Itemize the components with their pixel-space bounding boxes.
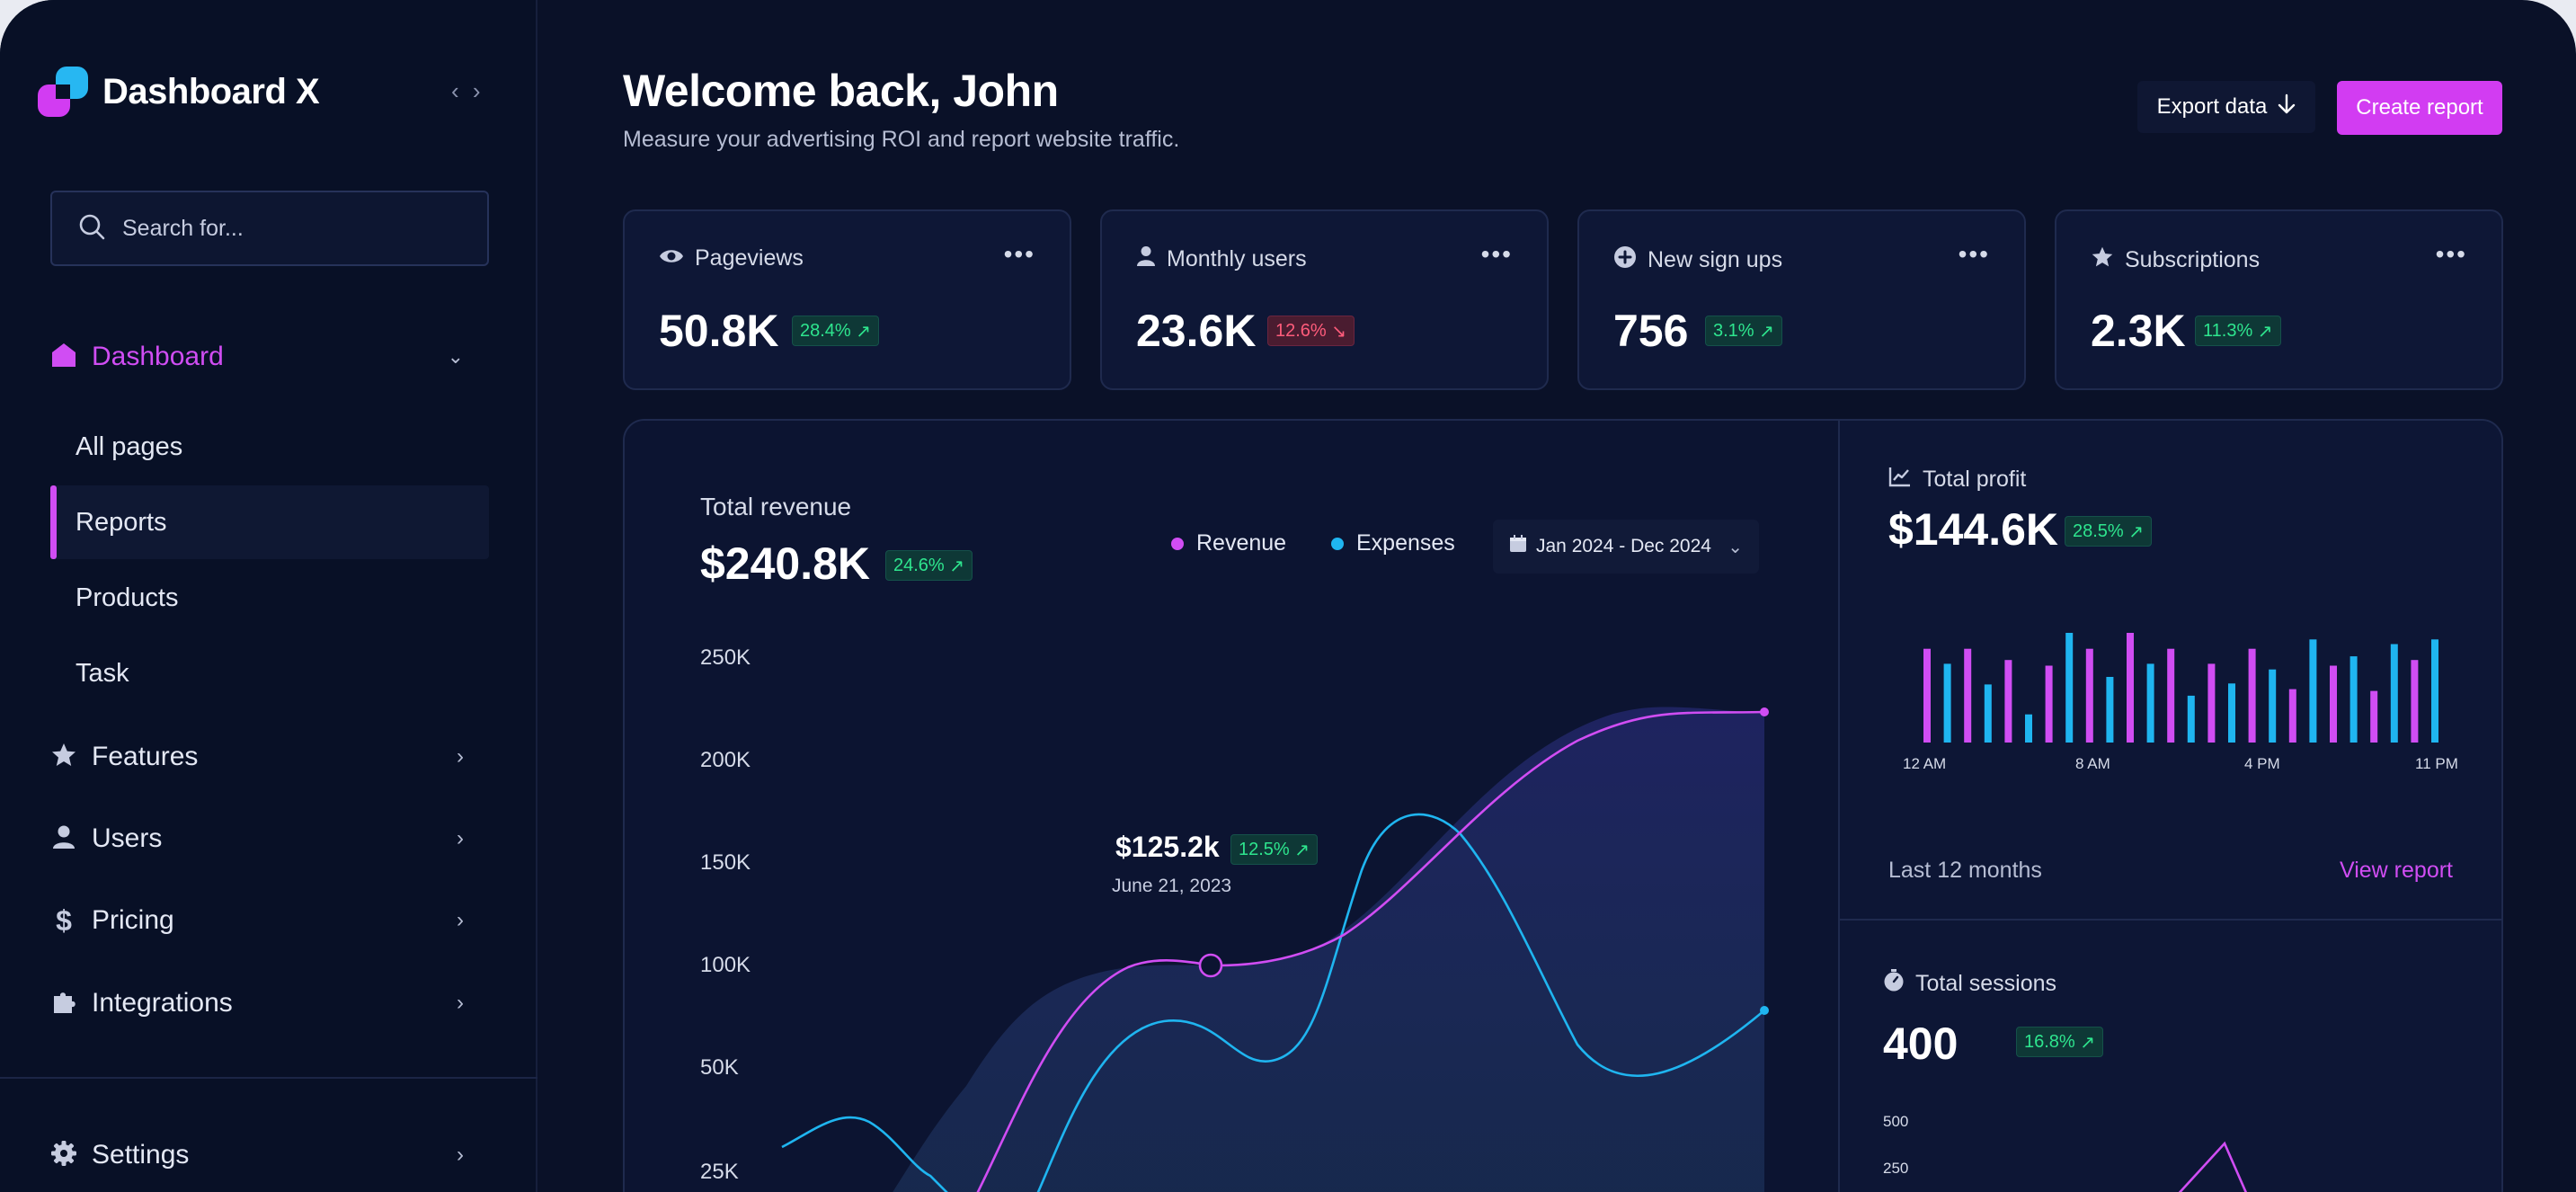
sidebar-item-label: Integrations xyxy=(92,988,233,1018)
eye-icon xyxy=(659,245,684,271)
stat-label: Subscriptions xyxy=(2125,247,2261,272)
sidebar-item-settings[interactable]: Settings › xyxy=(50,1133,489,1178)
brand-name: Dashboard X xyxy=(102,71,320,111)
stat-value: 756 xyxy=(1613,306,1689,356)
stat-label: Monthly users xyxy=(1167,246,1307,271)
search-input[interactable] xyxy=(122,215,464,242)
chevron-right-icon: › xyxy=(457,826,464,850)
stat-value: 50.8K xyxy=(659,306,779,356)
arrow-down-right-icon: ↘ xyxy=(1326,321,1347,342)
arrow-up-right-icon: ↗ xyxy=(1289,840,1310,860)
sidebar-subitem-task[interactable]: Task xyxy=(50,636,489,710)
arrow-up-right-icon: ↗ xyxy=(2252,321,2273,342)
change-badge: 28.4% ↗ xyxy=(792,316,880,346)
arrow-up-right-icon: ↗ xyxy=(850,321,872,342)
stat-header: Subscriptions xyxy=(2091,245,2260,275)
brand-logo-icon xyxy=(38,67,88,117)
sidebar-subitem-all-pages[interactable]: All pages xyxy=(50,410,489,484)
sidebar-subitem-products[interactable]: Products xyxy=(50,561,489,635)
chevron-right-icon: › xyxy=(457,744,464,769)
sidebar-item-dashboard[interactable]: Dashboard ⌄ xyxy=(50,334,489,379)
sessions-line xyxy=(2178,1141,2248,1192)
tooltip-point xyxy=(1198,953,1223,978)
tooltip-change-badge: 12.5% ↗ xyxy=(1230,834,1319,865)
chevron-right-icon: › xyxy=(457,1143,464,1167)
change-value: 12.6% xyxy=(1275,320,1327,341)
export-label: Export data xyxy=(2156,94,2268,119)
stat-header: New sign ups xyxy=(1613,245,1782,275)
stat-header: Pageviews xyxy=(659,245,804,271)
stat-label: New sign ups xyxy=(1648,247,1783,272)
analytics-panel: Total revenue $240.8K 24.6% ↗ Revenue Ex… xyxy=(623,419,2503,1192)
page-title: Welcome back, John xyxy=(623,66,1059,116)
sessions-line-chart xyxy=(2178,1141,2248,1192)
change-value: 12.5% xyxy=(1239,839,1290,859)
side-metrics: Total profit $144.6K 28.5% ↗ 12 AM 8 AM … xyxy=(1838,421,2501,1192)
gear-icon xyxy=(50,1140,77,1171)
chevron-right-icon: › xyxy=(457,908,464,932)
more-options-icon[interactable]: ••• xyxy=(1004,240,1035,269)
search-box[interactable] xyxy=(50,191,489,266)
sidebar-subitem-reports[interactable]: Reports xyxy=(50,485,489,559)
stat-header: Monthly users xyxy=(1136,245,1307,273)
more-options-icon[interactable]: ••• xyxy=(1481,240,1513,269)
revenue-chart xyxy=(781,707,1769,1192)
sidebar-item-integrations[interactable]: Integrations › xyxy=(50,981,489,1026)
chevron-right-icon: › xyxy=(457,991,464,1015)
user-icon xyxy=(1136,245,1156,273)
sidebar-item-features[interactable]: Features › xyxy=(50,734,489,779)
page-subtitle: Measure your advertising ROI and report … xyxy=(623,127,1180,152)
tooltip-date: June 21, 2023 xyxy=(1112,876,1232,896)
revenue-chart-card: Total revenue $240.8K 24.6% ↗ Revenue Ex… xyxy=(625,421,1838,1192)
stat-value: 23.6K xyxy=(1136,306,1257,356)
star-icon xyxy=(2091,245,2114,275)
stat-value: 2.3K xyxy=(2091,306,2186,356)
arrow-down-icon xyxy=(2278,93,2296,121)
sidebar-item-label: Dashboard xyxy=(92,342,224,371)
stat-card-new-sign-ups: New sign ups ••• 756 3.1% ↗ xyxy=(1577,209,2026,390)
change-badge: 12.6% ↘ xyxy=(1267,316,1355,346)
puzzle-icon xyxy=(50,988,77,1019)
change-value: 28.4% xyxy=(800,320,851,341)
create-report-button[interactable]: Create report xyxy=(2337,81,2502,135)
change-value: 3.1% xyxy=(1713,320,1754,341)
export-data-button[interactable]: Export data xyxy=(2137,81,2315,133)
brand[interactable]: Dashboard X xyxy=(38,67,320,117)
revenue-end-point xyxy=(1760,707,1769,716)
chevron-down-icon: ⌄ xyxy=(447,345,464,368)
user-icon xyxy=(50,823,77,855)
change-badge: 11.3% ↗ xyxy=(2195,316,2281,346)
sidebar-item-label: Pricing xyxy=(92,905,174,935)
app-window: Dashboard X ‹ › Dashboard ⌄ All pages Re… xyxy=(0,0,2576,1192)
change-badge: 3.1% ↗ xyxy=(1705,316,1782,346)
revenue-area xyxy=(893,707,1764,1192)
change-value: 11.3% xyxy=(2203,320,2253,341)
stat-card-monthly-users: Monthly users ••• 23.6K 12.6% ↘ xyxy=(1100,209,1549,390)
star-icon xyxy=(50,742,77,773)
plus-circle-icon xyxy=(1613,245,1637,275)
sidebar-item-pricing[interactable]: $ Pricing › xyxy=(50,898,489,943)
sidebar-item-users[interactable]: Users › xyxy=(50,816,489,861)
more-options-icon[interactable]: ••• xyxy=(2436,240,2467,269)
stat-card-subscriptions: Subscriptions ••• 2.3K 11.3% ↗ xyxy=(2055,209,2503,390)
sidebar-divider xyxy=(0,1077,537,1079)
arrow-up-right-icon: ↗ xyxy=(1754,321,1774,342)
stat-label: Pageviews xyxy=(695,245,804,271)
home-icon xyxy=(50,342,77,373)
stat-card-pageviews: Pageviews ••• 50.8K 28.4% ↗ xyxy=(623,209,1071,390)
collapse-sidebar-icon[interactable]: ‹ › xyxy=(451,77,484,105)
tooltip-value: $125.2k xyxy=(1115,831,1220,863)
more-options-icon[interactable]: ••• xyxy=(1959,240,1990,269)
sidebar: Dashboard X ‹ › Dashboard ⌄ All pages Re… xyxy=(0,0,537,1192)
sidebar-item-label: Settings xyxy=(92,1140,190,1170)
sidebar-item-label: Features xyxy=(92,742,199,771)
sidebar-item-label: Users xyxy=(92,823,163,853)
expenses-end-point xyxy=(1760,1006,1769,1015)
search-icon xyxy=(77,212,106,245)
dollar-icon: $ xyxy=(56,903,72,937)
